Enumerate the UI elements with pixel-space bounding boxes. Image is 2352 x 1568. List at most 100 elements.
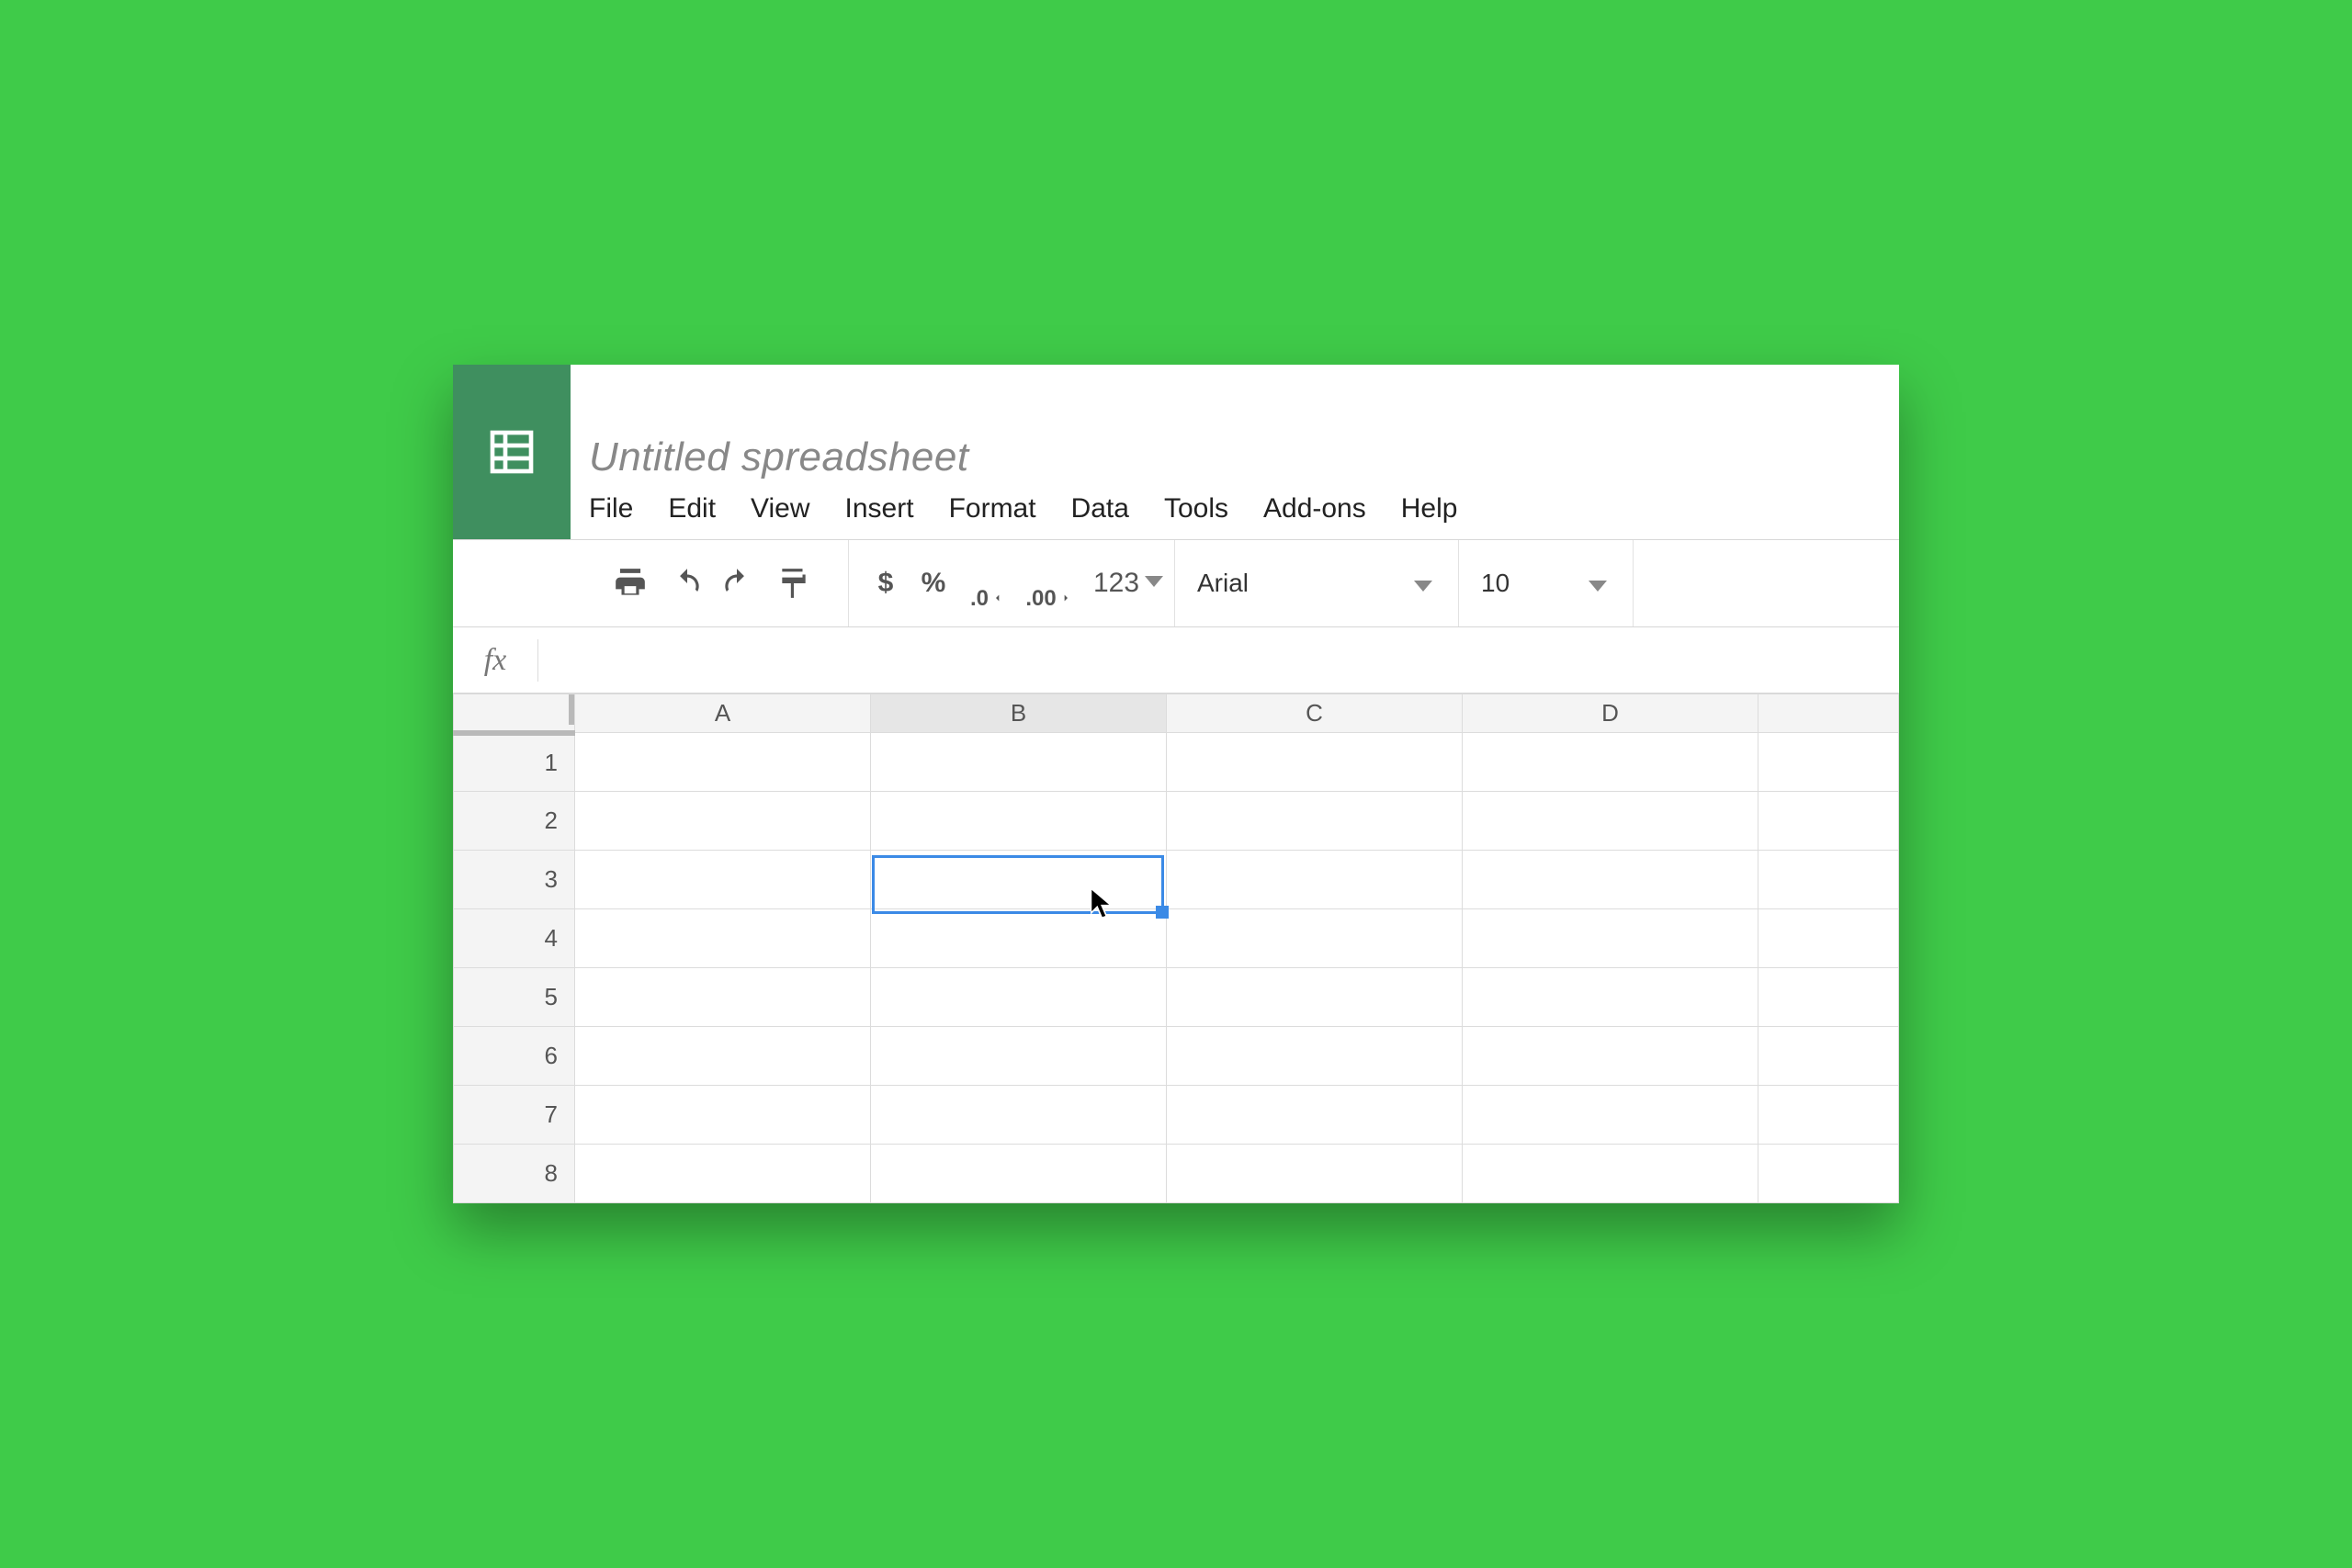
menu-help[interactable]: Help bbox=[1401, 493, 1458, 525]
formula-separator bbox=[537, 639, 538, 682]
cell-C1[interactable] bbox=[1167, 733, 1463, 792]
cell-C3[interactable] bbox=[1167, 851, 1463, 909]
select-all-corner[interactable] bbox=[454, 694, 575, 733]
more-formats-button[interactable]: 123 bbox=[1082, 555, 1174, 612]
cell-E3[interactable] bbox=[1758, 851, 1899, 909]
column-header-C[interactable]: C bbox=[1167, 694, 1463, 733]
cell-B8[interactable] bbox=[871, 1145, 1167, 1203]
cell-C7[interactable] bbox=[1167, 1086, 1463, 1145]
paint-format-button[interactable] bbox=[773, 555, 815, 612]
row-header-3[interactable]: 3 bbox=[454, 851, 575, 909]
cell-D4[interactable] bbox=[1463, 909, 1758, 968]
cell-D5[interactable] bbox=[1463, 968, 1758, 1027]
cell-A6[interactable] bbox=[575, 1027, 871, 1086]
menu-tools[interactable]: Tools bbox=[1164, 493, 1228, 525]
font-size-select[interactable]: 10 bbox=[1459, 540, 1634, 626]
cell-E2[interactable] bbox=[1758, 792, 1899, 851]
cell-B1[interactable] bbox=[871, 733, 1167, 792]
cell-A7[interactable] bbox=[575, 1086, 871, 1145]
sheets-logo[interactable] bbox=[453, 365, 571, 539]
cell-D8[interactable] bbox=[1463, 1145, 1758, 1203]
arrow-right-icon bbox=[1058, 586, 1073, 612]
cell-E8[interactable] bbox=[1758, 1145, 1899, 1203]
cell-D3[interactable] bbox=[1463, 851, 1758, 909]
menu-insert[interactable]: Insert bbox=[845, 493, 914, 525]
menu-edit[interactable]: Edit bbox=[668, 493, 716, 525]
redo-button[interactable] bbox=[716, 555, 758, 612]
cell-E5[interactable] bbox=[1758, 968, 1899, 1027]
percent-format-button[interactable]: % bbox=[908, 555, 959, 612]
cell-B2[interactable] bbox=[871, 792, 1167, 851]
row-header-5[interactable]: 5 bbox=[454, 968, 575, 1027]
cell-C5[interactable] bbox=[1167, 968, 1463, 1027]
cell-A4[interactable] bbox=[575, 909, 871, 968]
cell-D1[interactable] bbox=[1463, 733, 1758, 792]
toolbar-separator bbox=[848, 540, 849, 626]
cell-A1[interactable] bbox=[575, 733, 871, 792]
chevron-down-icon bbox=[1414, 569, 1432, 598]
spreadsheet-grid[interactable]: A B C D 1 2 3 4 5 6 7 8 bbox=[453, 694, 1899, 1203]
cell-E7[interactable] bbox=[1758, 1086, 1899, 1145]
menu-file[interactable]: File bbox=[589, 493, 633, 525]
cell-C4[interactable] bbox=[1167, 909, 1463, 968]
sheets-icon bbox=[486, 426, 537, 478]
column-header-B[interactable]: B bbox=[871, 694, 1167, 733]
undo-icon bbox=[670, 566, 705, 601]
decrease-decimal-label: .0 bbox=[970, 586, 989, 612]
header: Untitled spreadsheet File Edit View Inse… bbox=[453, 365, 1899, 539]
cell-C6[interactable] bbox=[1167, 1027, 1463, 1086]
cell-B3[interactable] bbox=[871, 851, 1167, 909]
cell-C2[interactable] bbox=[1167, 792, 1463, 851]
font-family-select[interactable]: Arial bbox=[1174, 540, 1459, 626]
cell-E1[interactable] bbox=[1758, 733, 1899, 792]
menu-addons[interactable]: Add-ons bbox=[1263, 493, 1366, 525]
cell-B4[interactable] bbox=[871, 909, 1167, 968]
row-header-1[interactable]: 1 bbox=[454, 733, 575, 792]
chevron-down-icon bbox=[1589, 569, 1607, 598]
menu-view[interactable]: View bbox=[751, 493, 809, 525]
formula-input[interactable] bbox=[549, 627, 1899, 693]
cell-A2[interactable] bbox=[575, 792, 871, 851]
print-button[interactable] bbox=[609, 555, 651, 612]
menubar: File Edit View Insert Format Data Tools … bbox=[589, 493, 1899, 530]
currency-format-button[interactable]: $ bbox=[864, 555, 908, 612]
cell-D7[interactable] bbox=[1463, 1086, 1758, 1145]
cell-A8[interactable] bbox=[575, 1145, 871, 1203]
more-formats-label: 123 bbox=[1093, 568, 1139, 599]
spreadsheet-window: Untitled spreadsheet File Edit View Inse… bbox=[453, 365, 1899, 1203]
column-header-A[interactable]: A bbox=[575, 694, 871, 733]
row-header-4[interactable]: 4 bbox=[454, 909, 575, 968]
menu-data[interactable]: Data bbox=[1071, 493, 1129, 525]
paint-format-icon bbox=[776, 566, 811, 601]
decrease-decimal-button[interactable]: .0 bbox=[959, 555, 1016, 612]
row-header-2[interactable]: 2 bbox=[454, 792, 575, 851]
print-icon bbox=[613, 566, 648, 601]
cell-A5[interactable] bbox=[575, 968, 871, 1027]
row-header-6[interactable]: 6 bbox=[454, 1027, 575, 1086]
title-menu-area: Untitled spreadsheet File Edit View Inse… bbox=[571, 365, 1899, 539]
formula-label: fx bbox=[453, 627, 537, 693]
cell-B7[interactable] bbox=[871, 1086, 1167, 1145]
row-header-8[interactable]: 8 bbox=[454, 1145, 575, 1203]
toolbar: $ % .0 .00 123 Arial 10 bbox=[453, 539, 1899, 627]
column-header-D[interactable]: D bbox=[1463, 694, 1758, 733]
cell-E6[interactable] bbox=[1758, 1027, 1899, 1086]
font-family-value: Arial bbox=[1197, 569, 1249, 598]
cell-C8[interactable] bbox=[1167, 1145, 1463, 1203]
undo-button[interactable] bbox=[666, 555, 708, 612]
formula-bar: fx bbox=[453, 627, 1899, 694]
cell-D2[interactable] bbox=[1463, 792, 1758, 851]
redo-icon bbox=[719, 566, 754, 601]
arrow-left-icon bbox=[990, 586, 1005, 612]
column-header-extra[interactable] bbox=[1758, 694, 1899, 733]
row-header-7[interactable]: 7 bbox=[454, 1086, 575, 1145]
grid-wrapper: A B C D 1 2 3 4 5 6 7 8 bbox=[453, 694, 1899, 1203]
cell-B5[interactable] bbox=[871, 968, 1167, 1027]
cell-A3[interactable] bbox=[575, 851, 871, 909]
document-title[interactable]: Untitled spreadsheet bbox=[589, 434, 1899, 480]
cell-E4[interactable] bbox=[1758, 909, 1899, 968]
menu-format[interactable]: Format bbox=[949, 493, 1036, 525]
cell-B6[interactable] bbox=[871, 1027, 1167, 1086]
increase-decimal-button[interactable]: .00 bbox=[1016, 555, 1082, 612]
cell-D6[interactable] bbox=[1463, 1027, 1758, 1086]
